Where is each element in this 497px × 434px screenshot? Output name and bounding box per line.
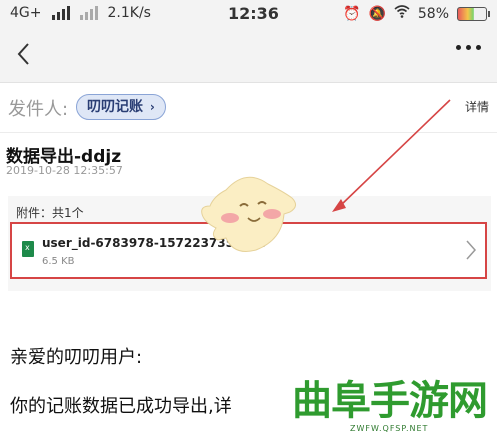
top-nav [0,28,497,83]
back-arrow-icon [17,43,29,65]
status-bar: 4G+ 2.1K/s 12:36 ⏰ 🔕 58% [0,0,497,28]
more-dot-icon [466,45,471,50]
email-greeting: 亲爱的叨叨用户: [10,347,143,368]
sender-chip[interactable]: 叨叨记账 › [76,94,166,120]
signal-secondary-icon [79,6,98,20]
alarm-icon: ⏰ [343,5,361,22]
back-button[interactable] [14,40,34,68]
sender-name: 叨叨记账 [87,99,143,115]
chevron-right-icon [466,240,477,260]
sender-row: 发件人: 叨叨记账 › 详情 [0,82,497,133]
watermark-logo: 曲阜手游网 [292,377,488,424]
status-time: 12:36 [228,4,279,23]
email-date: 2019-10-28 12:35:57 [6,164,123,177]
watermark-url: ZWFW.QFSP.NET [350,424,429,433]
details-link[interactable]: 详情 [465,98,489,115]
battery-percent: 58% [417,5,449,22]
status-left: 4G+ 2.1K/s [10,5,151,21]
email-body-line: 你的记账数据已成功导出,详 [10,396,232,417]
attachment-file-size: 6.5 KB [42,256,75,267]
mascot-sticker-icon [201,176,296,252]
wifi-icon [394,5,410,22]
chevron-right-icon: › [149,100,155,114]
more-dot-icon [456,45,461,50]
mute-icon: 🔕 [368,5,386,22]
status-right: ⏰ 🔕 58% [343,5,490,22]
sender-label: 发件人: [8,99,69,120]
more-options-button[interactable] [456,45,481,50]
network-type: 4G+ [10,5,42,21]
more-dot-icon [476,45,481,50]
battery-icon [457,6,490,21]
network-speed: 2.1K/s [107,5,151,21]
attachment-count: 附件：共1个 [16,206,84,220]
signal-icon [51,6,70,20]
excel-file-icon [22,241,34,257]
